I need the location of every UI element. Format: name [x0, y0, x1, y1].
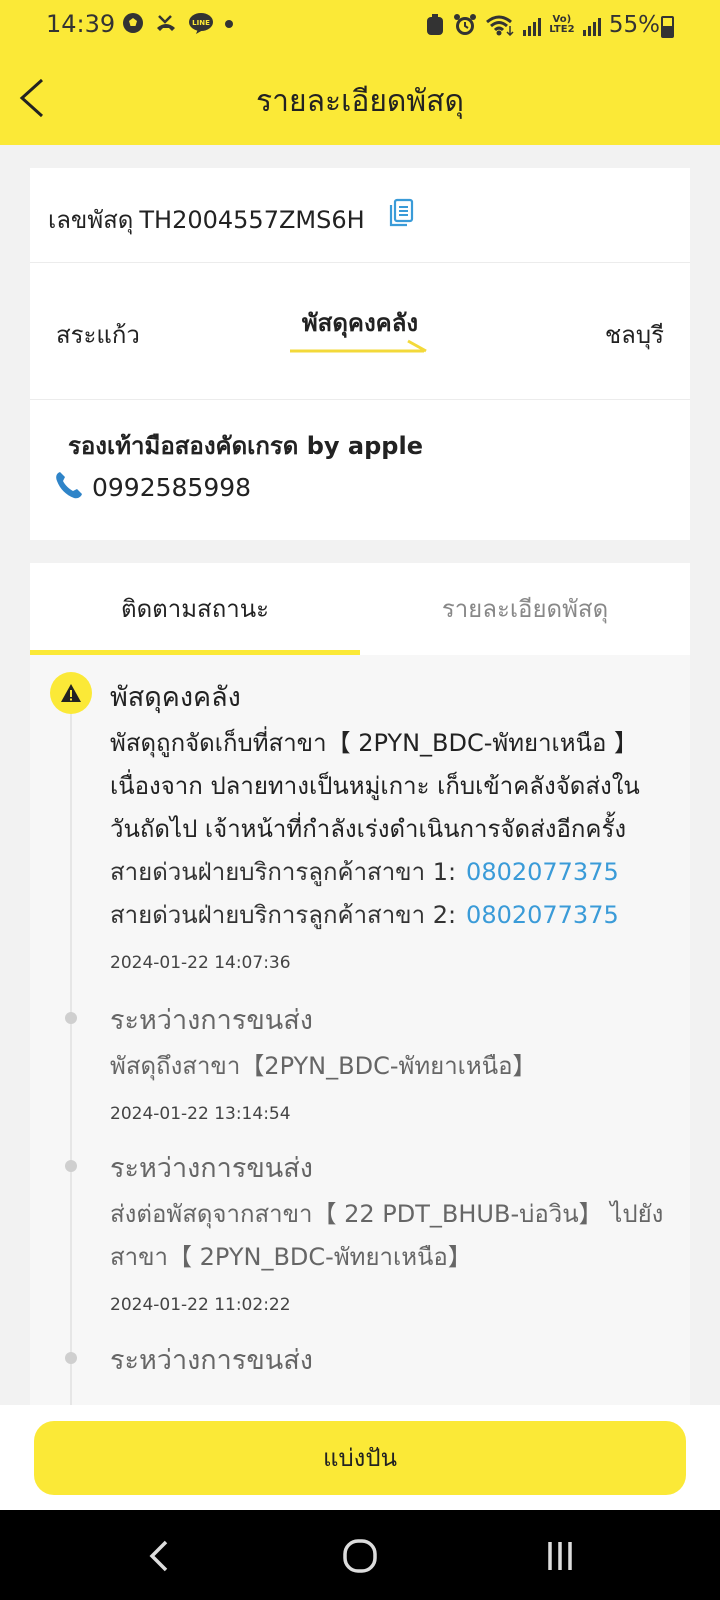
timeline-event: ระหว่างการขนส่ง ส่งต่อพัสดุจากสาขา【 22 P…	[110, 1146, 680, 1315]
football-icon	[123, 13, 143, 33]
line-app-icon: LINE	[189, 13, 213, 34]
hotline-link[interactable]: 0802077375	[466, 901, 619, 929]
shop-phone[interactable]: 0992585998	[92, 473, 251, 502]
timeline-line	[70, 695, 72, 1405]
trash-notification-icon	[426, 14, 443, 35]
event-description: สาขา【 2PYN_BDC-พัทยาเหนือ】	[110, 1243, 472, 1271]
battery-percent: 55%	[608, 12, 660, 38]
event-time: 2024-01-22 11:02:22	[110, 1295, 291, 1315]
signal-icon	[582, 14, 601, 36]
event-time: 2024-01-22 13:14:54	[110, 1104, 291, 1124]
hotline-link[interactable]: 0802077375	[466, 858, 619, 886]
tab-bar: ติดตามสถานะ รายละเอียดพัสดุ	[30, 563, 690, 655]
notification-icons: LINE	[122, 12, 234, 34]
bottom-action-area: แบ่งปัน	[0, 1405, 720, 1510]
tab-parcel-detail[interactable]: รายละเอียดพัสดุ	[360, 563, 690, 655]
copy-icon[interactable]	[388, 198, 414, 228]
event-description: เนื่องจาก ปลายทางเป็นหมู่เกาะ เก็บเข้าคล…	[110, 772, 640, 800]
lte-label: Vo) LTE2	[549, 14, 575, 35]
shop-row: รองเท้ามือสองคัดเกรด by apple 0992585998	[30, 400, 690, 538]
event-description: ส่งต่อพัสดุจากสาขา【 22 PDT_BHUB-บ่อวิน】 …	[110, 1200, 664, 1228]
nav-back-icon[interactable]	[140, 1536, 180, 1576]
dot-icon	[225, 20, 233, 28]
page-title: รายละเอียดพัสดุ	[256, 84, 464, 119]
timeline-event: ระหว่างการขนส่ง พัสดุถึงสาขา【2PYN_BDC-พั…	[110, 998, 680, 1124]
tracking-row: เลขพัสดุ TH2004557ZMS6H	[30, 168, 690, 263]
event-description: พัสดุถึงสาขา【2PYN_BDC-พัทยาเหนือ】	[110, 1052, 537, 1080]
warning-status-icon	[50, 672, 92, 714]
alarm-icon	[453, 14, 476, 35]
route-row: สระแก้ว พัสดุคงคลัง ชลบุรี	[30, 263, 690, 400]
svg-text:LINE: LINE	[192, 19, 210, 27]
timeline-dot	[65, 1352, 77, 1364]
hotline-label: สายด่วนฝ่ายบริการลูกค้าสาขา 2:	[110, 901, 457, 929]
system-icons: Vo) LTE2 55%	[425, 12, 660, 38]
app-header: รายละเอียดพัสดุ	[0, 52, 720, 145]
nav-home-icon[interactable]	[340, 1536, 380, 1576]
tracking-label: เลขพัสดุ	[48, 206, 134, 234]
event-description: วันถัดไป เจ้าหน้าที่กำลังเร่งดำเนินการจั…	[110, 815, 627, 843]
timeline-dot	[65, 1012, 77, 1024]
share-button[interactable]: แบ่งปัน	[34, 1421, 686, 1495]
hotline-row: สายด่วนฝ่ายบริการลูกค้าสาขา 2: 0802077375	[110, 894, 680, 937]
event-title: พัสดุคงคลัง	[110, 682, 241, 713]
phone-icon[interactable]	[54, 470, 84, 500]
tracking-number: TH2004557ZMS6H	[139, 206, 365, 234]
event-description: พัสดุถูกจัดเก็บที่สาขา【 2PYN_BDC-พัทยาเห…	[110, 729, 639, 757]
route-destination: ชลบุรี	[604, 321, 664, 349]
event-title: ระหว่างการขนส่ง	[110, 1153, 313, 1184]
nav-recent-apps-icon[interactable]	[540, 1536, 580, 1576]
missed-call-icon	[157, 15, 175, 31]
tracking-timeline: พัสดุคงคลัง พัสดุถูกจัดเก็บที่สาขา【 2PYN…	[30, 655, 690, 1405]
timeline-event: พัสดุคงคลัง พัสดุถูกจัดเก็บที่สาขา【 2PYN…	[110, 675, 680, 973]
event-title: ระหว่างการขนส่ง	[110, 1345, 313, 1376]
system-nav-bar	[0, 1510, 720, 1600]
shop-name: รองเท้ามือสองคัดเกรด by apple	[68, 432, 423, 460]
parcel-card: เลขพัสดุ TH2004557ZMS6H สระแก้ว พัสดุคงคล…	[30, 168, 690, 540]
top-bar: 14:39 LINE Vo) LTE2 55% รายละเอียดพัสดุ	[0, 0, 720, 145]
route-arrow-icon	[290, 339, 427, 353]
event-title: ระหว่างการขนส่ง	[110, 1005, 313, 1036]
status-time: 14:39	[46, 10, 116, 38]
signal-icon	[522, 14, 541, 36]
battery-icon	[661, 16, 674, 38]
event-time: 2024-01-22 14:07:36	[110, 953, 291, 973]
tab-tracking[interactable]: ติดตามสถานะ	[30, 563, 360, 655]
wifi-icon	[485, 15, 514, 36]
timeline-event: ระหว่างการขนส่ง	[110, 1338, 680, 1381]
timeline-dot	[65, 1160, 77, 1172]
hotline-label: สายด่วนฝ่ายบริการลูกค้าสาขา 1:	[110, 858, 457, 886]
status-bar: 14:39 LINE Vo) LTE2 55%	[0, 0, 720, 52]
hotline-row: สายด่วนฝ่ายบริการลูกค้าสาขา 1: 0802077375	[110, 851, 680, 894]
